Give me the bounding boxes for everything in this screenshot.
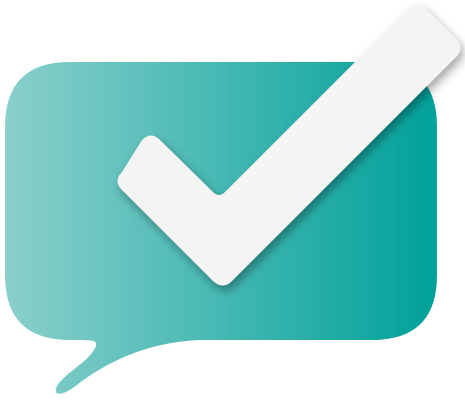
- logo-canvas: [0, 0, 465, 403]
- speech-bubble-check-icon: [5, 4, 461, 394]
